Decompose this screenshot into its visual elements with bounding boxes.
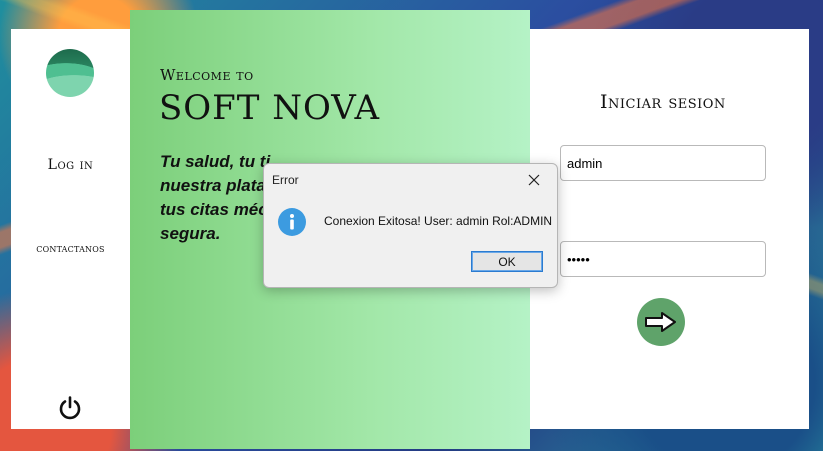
dialog-message: Conexion Exitosa! User: admin Rol:ADMIN (324, 214, 553, 228)
message-dialog: Error Conexion Exitosa! User: admin Rol:… (263, 163, 558, 288)
sidebar: Log in contactanos (11, 29, 130, 429)
power-icon[interactable] (57, 395, 83, 421)
logo-icon (46, 49, 94, 97)
info-icon (278, 208, 306, 236)
login-title: Iniciar sesion (600, 91, 726, 113)
close-icon[interactable] (520, 170, 548, 190)
sidebar-item-contact[interactable]: contactanos (11, 241, 130, 255)
sidebar-item-login[interactable]: Log in (11, 157, 130, 173)
password-input[interactable] (560, 241, 766, 277)
username-input[interactable] (560, 145, 766, 181)
ok-button[interactable]: OK (471, 251, 543, 272)
brand-title: SOFT NOVA (159, 88, 381, 128)
welcome-text: Welcome to (160, 66, 254, 84)
submit-button[interactable] (637, 298, 685, 346)
arrow-right-icon (645, 312, 676, 332)
dialog-title: Error (272, 173, 299, 187)
